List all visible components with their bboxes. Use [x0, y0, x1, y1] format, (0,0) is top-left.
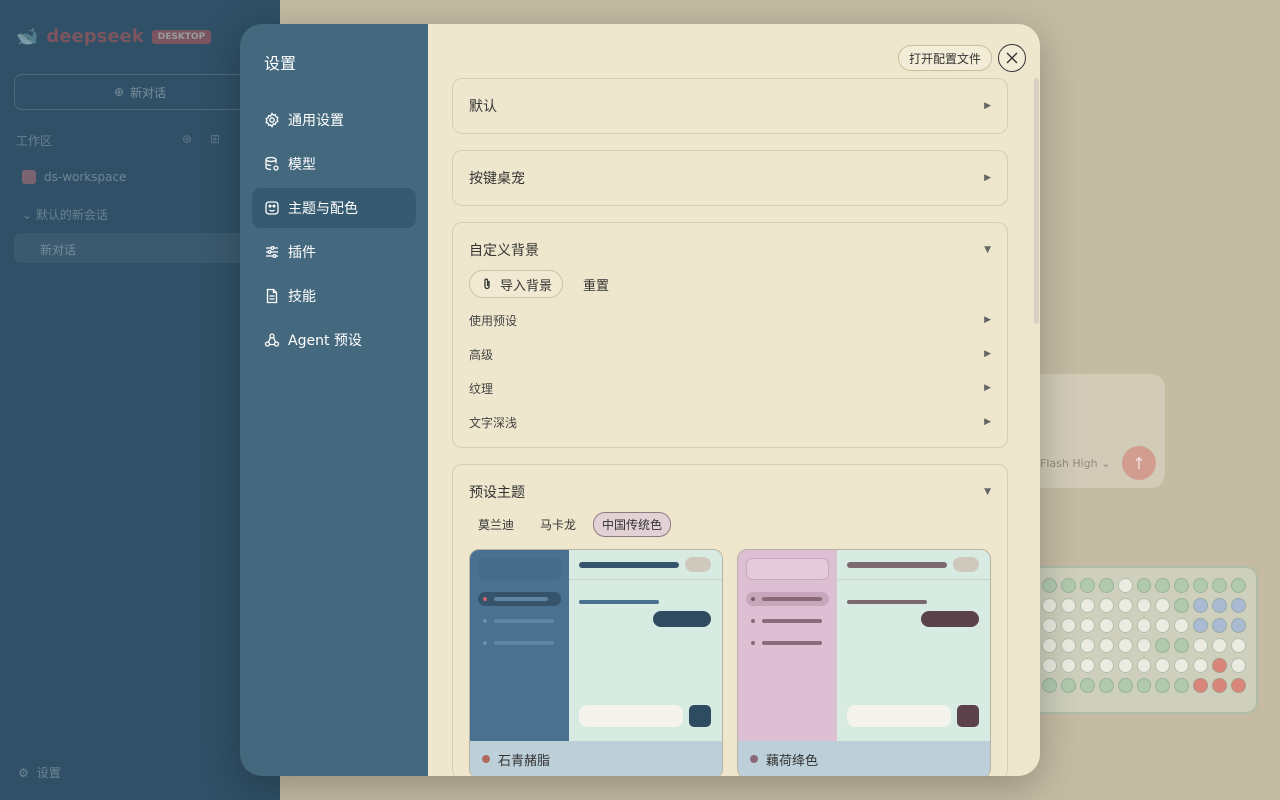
background-model-select: Flash High ⌄: [1040, 457, 1111, 470]
send-icon: ↑: [1122, 446, 1156, 480]
nav-plugins[interactable]: 插件: [252, 232, 416, 272]
expand-arrow-icon: ▶: [984, 101, 991, 111]
row-texture-label: 纹理: [469, 381, 494, 396]
database-icon: [265, 156, 279, 171]
whale-icon: 🐋: [16, 26, 39, 47]
expand-arrow-icon: ▶: [984, 173, 991, 183]
workspace-icon: [22, 170, 36, 184]
expand-arrow-icon: ▶: [984, 315, 991, 325]
reset-background-button[interactable]: 重置: [583, 275, 609, 294]
nav-agent-presets-label: Agent 预设: [288, 333, 362, 349]
row-use-preset-label: 使用预设: [469, 313, 518, 328]
logo-text: deepseek: [46, 26, 144, 47]
nav-theme[interactable]: 主题与配色: [252, 188, 416, 228]
nav-plugins-label: 插件: [288, 245, 316, 261]
row-text-depth[interactable]: 文字深浅 ▶: [453, 405, 1007, 439]
nav-agent-presets[interactable]: Agent 预设: [252, 320, 416, 360]
workspace-label: 工作区: [16, 134, 53, 148]
gear-icon: ⚙: [18, 765, 29, 780]
section-preset-themes-title: 预设主题: [469, 485, 525, 501]
expand-arrow-icon: ▶: [984, 349, 991, 359]
sliders-icon: [266, 245, 278, 259]
nav-theme-label: 主题与配色: [288, 201, 358, 217]
row-texture[interactable]: 纹理 ▶: [453, 371, 1007, 405]
close-button[interactable]: [998, 44, 1026, 72]
logo-badge: DESKTOP: [151, 29, 212, 44]
collapse-arrow-icon: ▼: [984, 487, 991, 497]
theme-name: 石青赭脂: [498, 753, 551, 769]
row-advanced[interactable]: 高级 ▶: [453, 337, 1007, 371]
workspace-actions-icon: ⊕⊞: [182, 132, 239, 146]
import-background-button[interactable]: 导入背景: [469, 270, 564, 298]
section-custom-background-title: 自定义背景: [469, 243, 539, 259]
theme-preview: [470, 550, 722, 741]
palette-icon: [265, 201, 279, 215]
settings-item: ⚙ 设置: [18, 764, 61, 781]
theme-preview: [738, 550, 990, 741]
settings-title: 设置: [264, 54, 297, 73]
theme-name: 藕荷绛色: [766, 753, 819, 769]
section-preset-themes: 预设主题 ▼ 莫兰迪 马卡龙 中国传统色 石青赭脂 藕荷绛色: [452, 464, 1008, 776]
top-actions: 打开配置文件: [897, 44, 1026, 72]
tab-chinese-traditional[interactable]: 中国传统色: [593, 511, 672, 537]
nav-skills[interactable]: 技能: [252, 276, 416, 316]
section-default: 默认 ▶: [452, 78, 1008, 134]
section-key-pet-header[interactable]: 按键桌宠 ▶: [453, 151, 1007, 205]
agent-icon: [264, 333, 280, 347]
scrollbar[interactable]: [1032, 74, 1040, 774]
nav-model[interactable]: 模型: [252, 144, 416, 184]
theme-tabs: 莫兰迪 马卡龙 中国传统色: [453, 511, 1007, 537]
paperclip-icon: [484, 278, 490, 290]
background-sidebar: 🐋 deepseek DESKTOP ⊕ 新对话 工作区 ⊕⊞ ds-works…: [0, 0, 280, 800]
gear-icon: [265, 112, 279, 128]
new-chat-label: 新对话: [130, 85, 167, 100]
settings-sidebar: 设置 通用设置 模型 主题与配色 插件 技能 Agent 预设: [240, 24, 428, 776]
session-group: ⌄ 默认的新会话: [22, 208, 108, 222]
row-use-preset[interactable]: 使用预设 ▶: [453, 303, 1007, 337]
nav-general-label: 通用设置: [288, 113, 344, 129]
expand-arrow-icon: ▶: [984, 383, 991, 393]
scrollbar-thumb[interactable]: [1034, 78, 1039, 324]
section-key-pet-title: 按键桌宠: [469, 171, 525, 187]
tab-macaron[interactable]: 马卡龙: [531, 512, 585, 537]
model-label: Flash High: [1040, 457, 1098, 470]
app-logo: 🐋 deepseek DESKTOP: [16, 26, 212, 47]
workspace-item: ds-workspace: [22, 170, 126, 184]
import-background-label: 导入背景: [500, 278, 553, 294]
row-text-depth-label: 文字深浅: [469, 415, 518, 430]
settings-modal: 设置 通用设置 模型 主题与配色 插件 技能 Agent 预设 打开配置文件 默…: [240, 24, 1040, 776]
theme-card-ouhe[interactable]: 藕荷绛色: [737, 549, 991, 776]
session-group-label: 默认的新会话: [35, 208, 108, 222]
row-advanced-label: 高级: [469, 347, 494, 362]
workspace-name: ds-workspace: [44, 170, 127, 184]
document-icon: [266, 288, 278, 304]
section-default-title: 默认: [469, 99, 497, 115]
theme-accent-dot: [482, 755, 490, 763]
section-key-pet: 按键桌宠 ▶: [452, 150, 1008, 206]
new-chat-button: ⊕ 新对话: [14, 74, 266, 110]
section-default-header[interactable]: 默认 ▶: [453, 79, 1007, 133]
theme-accent-dot: [750, 755, 758, 763]
expand-arrow-icon: ▶: [984, 417, 991, 427]
section-custom-background: 自定义背景 ▼ 导入背景 重置 使用预设 ▶ 高级 ▶ 纹理 ▶ 文字深浅 ▶: [452, 222, 1008, 448]
collapse-arrow-icon: ▼: [984, 245, 991, 255]
settings-content: 打开配置文件 默认 ▶ 按键桌宠 ▶ 自定义背景 ▼ 导入背景 重置 使用预设 …: [428, 24, 1040, 776]
nav-model-label: 模型: [288, 157, 316, 173]
plus-icon: ⊕: [113, 85, 125, 99]
settings-label: 设置: [36, 766, 61, 780]
close-icon: [1006, 52, 1018, 64]
tab-morandi[interactable]: 莫兰迪: [469, 512, 523, 537]
nav-skills-label: 技能: [288, 289, 316, 305]
keyboard-pet: [1030, 566, 1258, 714]
nav-general[interactable]: 通用设置: [252, 100, 416, 140]
theme-card-shiqing[interactable]: 石青赭脂: [469, 549, 723, 776]
open-config-button[interactable]: 打开配置文件: [897, 45, 992, 71]
